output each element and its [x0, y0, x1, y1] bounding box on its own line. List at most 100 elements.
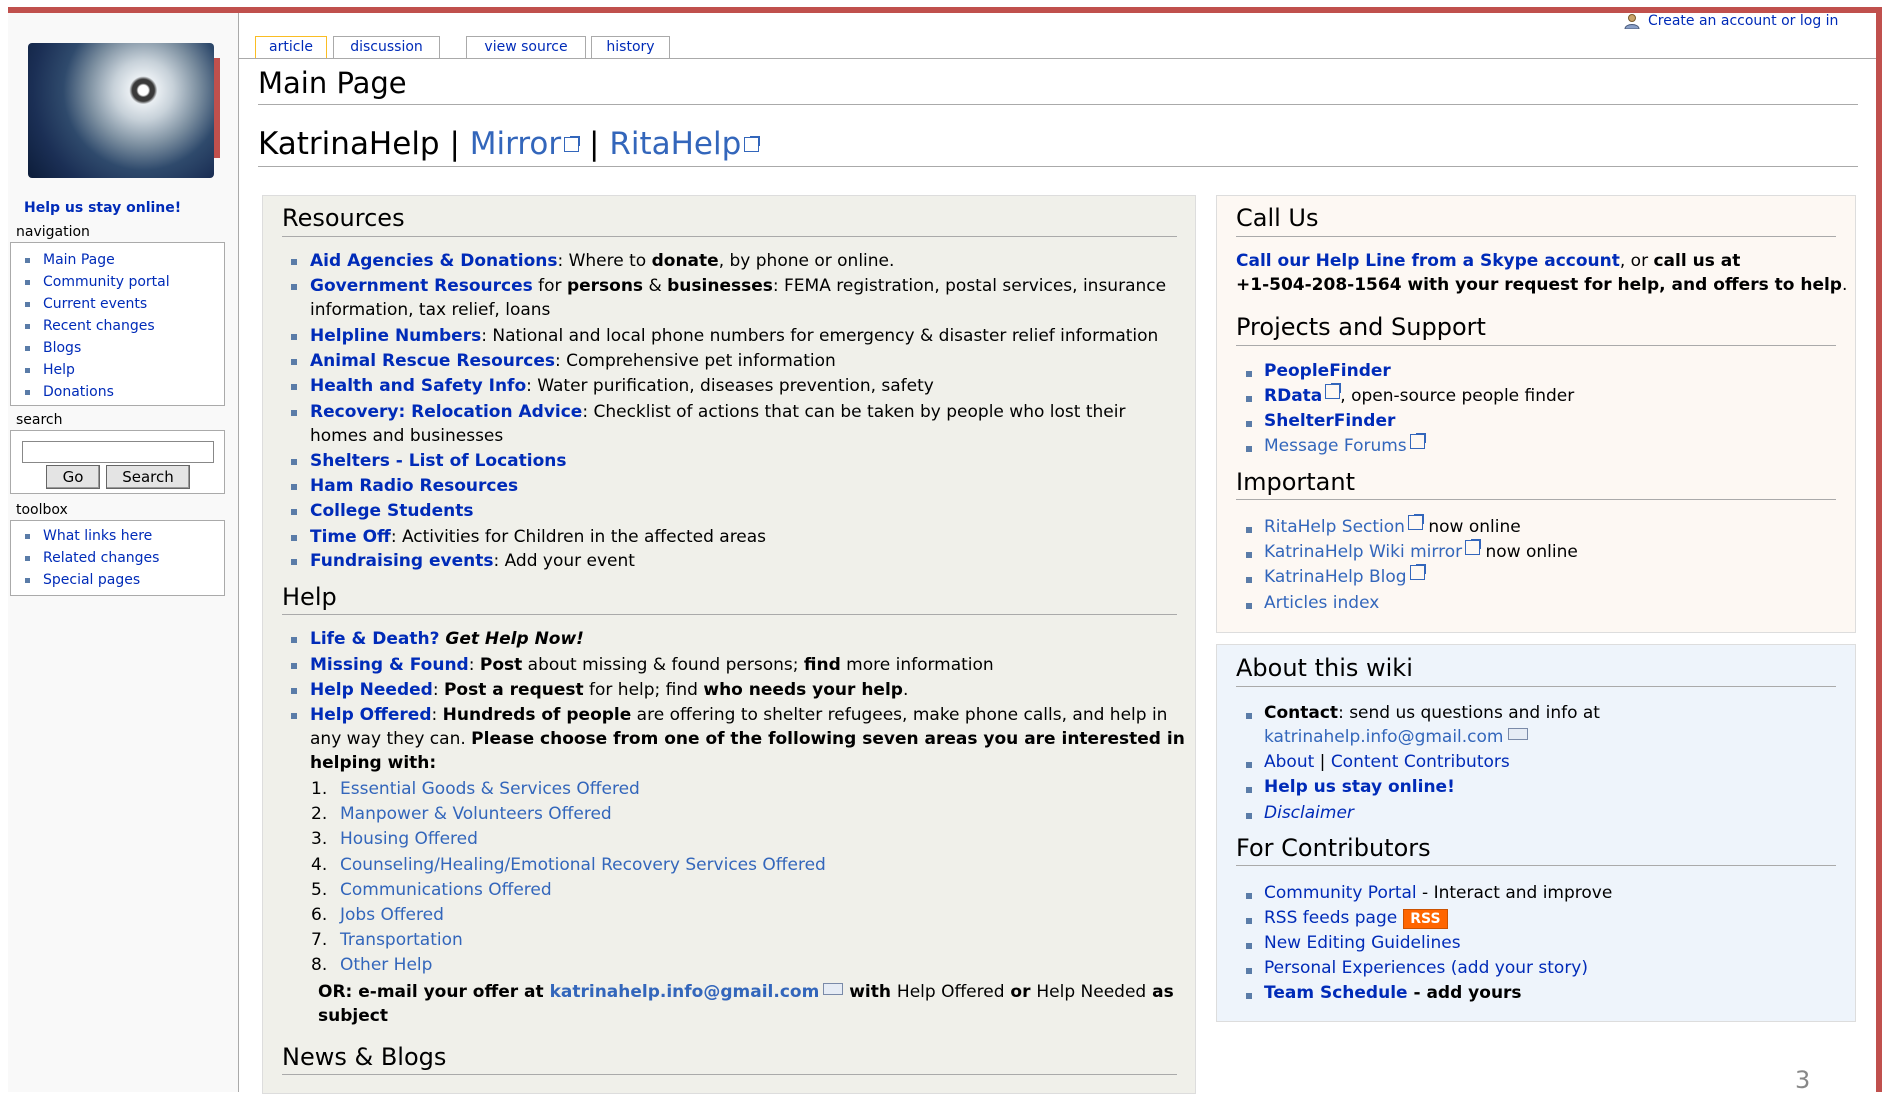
nav-item-donations[interactable]: Donations	[21, 381, 224, 403]
team-schedule-link[interactable]: Team Schedule	[1264, 983, 1408, 1003]
offer-essential-goods[interactable]: Essential Goods & Services Offered	[340, 777, 640, 801]
link[interactable]: Animal Rescue Resources	[310, 351, 555, 371]
katrinahelp-blog-link[interactable]: KatrinaHelp Blog	[1264, 567, 1407, 587]
peoplefinder-link[interactable]: PeopleFinder	[1264, 359, 1391, 383]
nav-item-recent-changes[interactable]: Recent changes	[21, 315, 224, 337]
help-stay-online-link[interactable]: Help us stay online!	[1264, 775, 1455, 799]
rss-badge[interactable]: RSS	[1403, 909, 1448, 929]
site-logo[interactable]	[28, 43, 220, 178]
help-title: Help	[282, 583, 337, 611]
heading-separator: |	[449, 126, 460, 162]
bullet	[291, 284, 297, 290]
bullet	[1246, 713, 1252, 719]
wiki-mirror-link[interactable]: KatrinaHelp Wiki mirror	[1264, 542, 1462, 562]
articles-index-link[interactable]: Articles index	[1264, 591, 1379, 615]
nav-item-community-portal[interactable]: Community portal	[21, 271, 224, 293]
external-link-icon	[1325, 383, 1342, 399]
bullet	[291, 663, 297, 669]
offer-jobs[interactable]: Jobs Offered	[340, 903, 444, 927]
heading-ritahelp-link[interactable]: RitaHelp	[609, 126, 761, 162]
link[interactable]: Life & Death?	[310, 629, 439, 649]
mail-icon	[823, 983, 844, 995]
bullet	[291, 509, 297, 515]
link[interactable]: Help Needed	[310, 680, 433, 700]
rss-feeds-link[interactable]: RSS feeds page	[1264, 908, 1397, 928]
community-portal-link[interactable]: Community Portal	[1264, 883, 1417, 903]
nav-item-current-events[interactable]: Current events	[21, 293, 224, 315]
link[interactable]: Shelters - List of Locations	[310, 451, 567, 471]
news-rule	[282, 1074, 1177, 1075]
offer-counseling[interactable]: Counseling/Healing/Emotional Recovery Se…	[340, 853, 826, 877]
shelterfinder-link[interactable]: ShelterFinder	[1264, 409, 1395, 433]
nav-item-main-page[interactable]: Main Page	[21, 249, 224, 271]
about-link[interactable]: About	[1264, 752, 1314, 772]
editing-guidelines-link[interactable]: New Editing Guidelines	[1264, 931, 1461, 955]
tab-article[interactable]: article	[255, 36, 327, 59]
disclaimer-link[interactable]: Disclaimer	[1264, 801, 1354, 825]
heading-mirror-link[interactable]: Mirror	[470, 126, 581, 162]
ritahelp-section-link[interactable]: RitaHelp Section	[1264, 517, 1405, 537]
toolbox-special-pages[interactable]: Special pages	[21, 569, 224, 591]
bullet	[1246, 446, 1252, 452]
user-icon	[1624, 14, 1640, 29]
offer-transportation[interactable]: Transportation	[340, 928, 463, 952]
email-link[interactable]: katrinahelp.info@gmail.com	[550, 982, 820, 1002]
help-item-missing-found: Missing & Found: Post about missing & fo…	[310, 655, 994, 675]
link[interactable]: Time Off	[310, 527, 391, 547]
tab-discussion[interactable]: discussion	[333, 36, 440, 58]
tab-view-source[interactable]: view source	[466, 36, 586, 58]
resources-title: Resources	[282, 204, 405, 232]
katrinahelp-blog-item: KatrinaHelp Blog	[1264, 564, 1426, 589]
external-link-icon	[1465, 539, 1482, 555]
community-portal-item: Community Portal - Interact and improve	[1264, 883, 1613, 903]
contact-email-line: katrinahelp.info@gmail.com	[1264, 725, 1528, 749]
nav-item-blogs[interactable]: Blogs	[21, 337, 224, 359]
help-item-help-offered-line2: any way they can. Please choose from one…	[310, 729, 1185, 749]
resource-item-helpline: Helpline Numbers: National and local pho…	[310, 326, 1159, 346]
skype-link[interactable]: Call our Help Line from a Skype account	[1236, 251, 1620, 271]
bullet	[291, 559, 297, 565]
search-button[interactable]: Search	[106, 465, 190, 489]
link[interactable]: College Students	[310, 501, 473, 521]
toolbox-portlet: What links here Related changes Special …	[10, 520, 225, 596]
content-contributors-link[interactable]: Content Contributors	[1331, 752, 1510, 772]
toolbox-what-links-here[interactable]: What links here	[21, 525, 224, 547]
slide-page-number: 3	[1795, 1066, 1811, 1094]
link[interactable]: Government Resources	[310, 276, 533, 296]
help-item-life-death: Life & Death? Get Help Now!	[310, 629, 584, 649]
personal-experiences-link[interactable]: Personal Experiences (add your story)	[1264, 956, 1588, 980]
bullet	[1246, 787, 1252, 793]
link[interactable]: Help Offered	[310, 705, 432, 725]
bullet	[1246, 421, 1252, 427]
tab-history[interactable]: history	[591, 36, 670, 58]
nav-item-help[interactable]: Help	[21, 359, 224, 381]
offer-communications[interactable]: Communications Offered	[340, 878, 552, 902]
bullet	[291, 713, 297, 719]
rdata-link[interactable]: RData	[1264, 386, 1322, 406]
team-schedule-item: Team Schedule - add yours	[1264, 983, 1522, 1003]
bullet	[1246, 396, 1252, 402]
toolbox-related-changes[interactable]: Related changes	[21, 547, 224, 569]
link[interactable]: Missing & Found	[310, 655, 469, 675]
create-account-login-link[interactable]: Create an account or log in	[1648, 13, 1838, 29]
search-input[interactable]	[22, 441, 214, 463]
external-link-icon	[744, 136, 761, 152]
link[interactable]: Recovery: Relocation Advice	[310, 402, 582, 422]
link[interactable]: Health and Safety Info	[310, 376, 526, 396]
help-item-help-needed: Help Needed: Post a request for help; fi…	[310, 680, 909, 700]
offer-manpower[interactable]: Manpower & Volunteers Offered	[340, 802, 612, 826]
help-us-stay-online-link[interactable]: Help us stay online!	[24, 200, 181, 216]
message-forums-link[interactable]: Message Forums	[1264, 436, 1407, 456]
heading-separator: |	[589, 126, 600, 162]
resource-item-college: College Students	[310, 499, 473, 523]
offer-housing[interactable]: Housing Offered	[340, 827, 478, 851]
external-link-icon	[1409, 564, 1426, 580]
link[interactable]: Aid Agencies & Donations	[310, 251, 557, 271]
offer-other-help[interactable]: Other Help	[340, 953, 432, 977]
link[interactable]: Ham Radio Resources	[310, 476, 518, 496]
news-blogs-title: News & Blogs	[282, 1043, 447, 1071]
link[interactable]: Fundraising events	[310, 551, 493, 571]
go-button[interactable]: Go	[46, 465, 100, 489]
contact-email-link[interactable]: katrinahelp.info@gmail.com	[1264, 727, 1504, 747]
link[interactable]: Helpline Numbers	[310, 326, 481, 346]
